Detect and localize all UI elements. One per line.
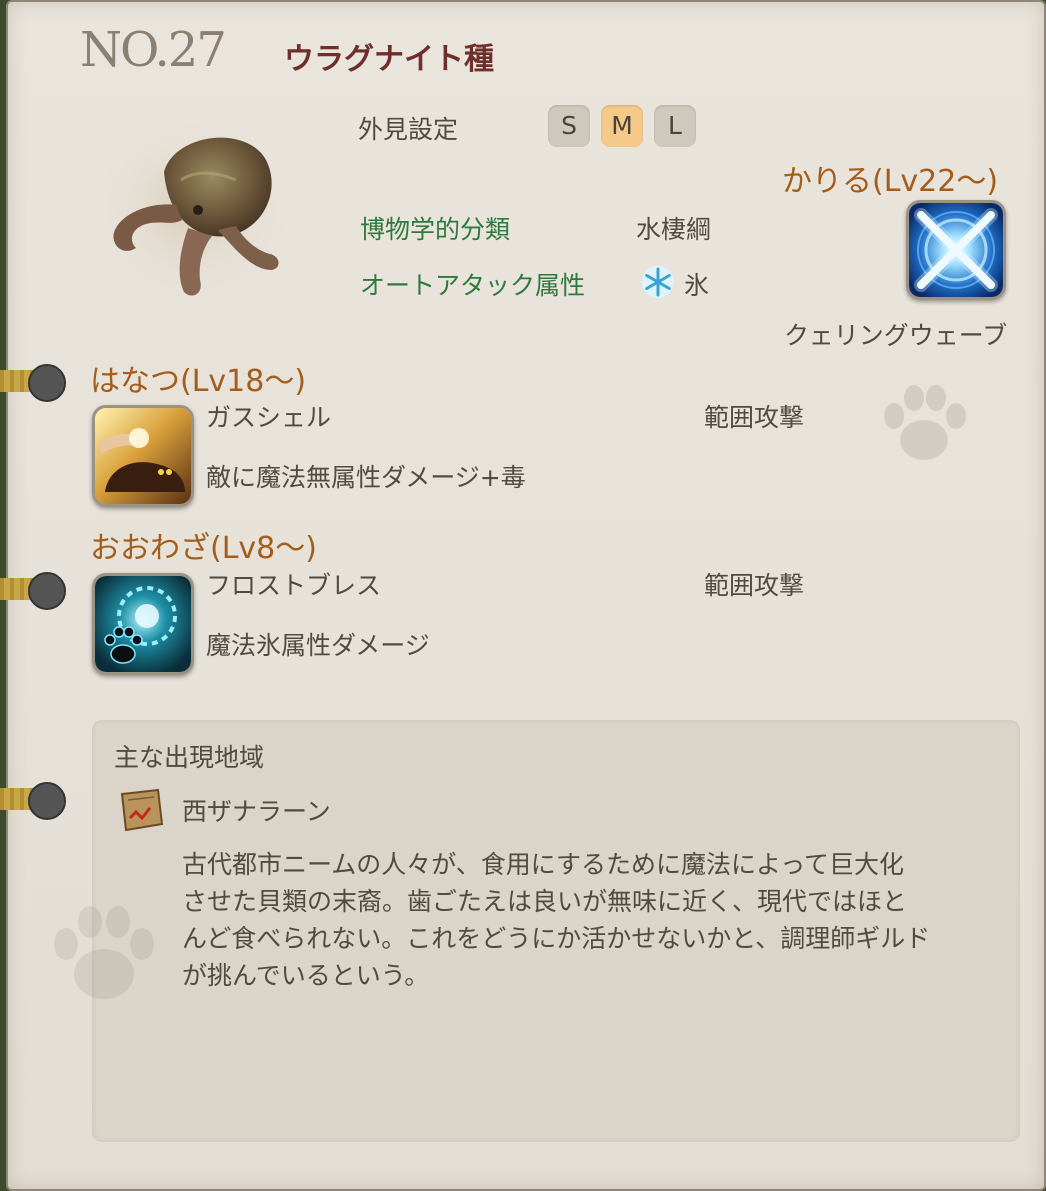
habitat-description: 古代都市ニームの人々が、食用にするために魔法によって巨大化 させた貝類の末裔。歯… (182, 846, 1002, 994)
habitat-panel: 主な出現地域 西ザナラーン 古代都市ニームの人々が、食用にするために魔法によって… (92, 720, 1020, 1142)
auto-attack-value: 氷 (684, 271, 710, 300)
oowaza-skill-name: フロストブレス (206, 571, 382, 600)
hanatsu-skill-name: ガスシェル (206, 403, 332, 432)
frost-paw-icon[interactable] (92, 573, 194, 675)
description-line: させた貝類の末裔。歯ごたえは良いが無味に近く、現代ではほと (182, 887, 908, 916)
map-scroll-icon[interactable] (114, 788, 166, 834)
gas-shell-icon[interactable] (92, 405, 194, 507)
auto-attack-label: オートアタック属性 (360, 271, 586, 300)
creature-portrait (86, 110, 296, 310)
oowaza-description: 魔法氷属性ダメージ (206, 631, 430, 660)
kariru-title: かりる(Lv22～) (782, 164, 999, 199)
monster-name: ウラグナイト種 (284, 42, 494, 77)
classification-label: 博物学的分類 (360, 215, 511, 244)
description-line: んど食べられない。これをどうにか活かせないかと、調理師ギルド (182, 924, 931, 953)
habitat-heading: 主な出現地域 (114, 743, 265, 772)
appearance-label: 外見設定 (358, 115, 459, 144)
classification-value: 水棲綱 (636, 215, 712, 244)
entry-number: NO.27 (80, 22, 227, 78)
binder-knob (28, 572, 66, 610)
hanatsu-type: 範囲攻撃 (704, 403, 805, 432)
cross-burst-icon[interactable] (906, 200, 1006, 300)
size-m-button[interactable]: M (601, 105, 643, 147)
kariru-skill-name: クェリングウェーブ (784, 321, 1008, 350)
hanatsu-title: はなつ(Lv18～) (90, 364, 307, 399)
paw-watermark-icon (876, 380, 972, 470)
paw-watermark-icon (44, 900, 164, 1010)
hanatsu-description: 敵に魔法無属性ダメージ+毒 (206, 463, 526, 492)
habitat-location[interactable]: 西ザナラーン (182, 792, 331, 828)
binder-knob (28, 782, 66, 820)
oowaza-type: 範囲攻撃 (704, 571, 805, 600)
oowaza-title: おおわざ(Lv8～) (90, 531, 317, 566)
description-line: 古代都市ニームの人々が、食用にするために魔法によって巨大化 (182, 850, 905, 879)
size-l-button[interactable]: L (654, 105, 696, 147)
ice-snowflake-icon (640, 264, 676, 300)
monster-card: NO.27 ウラグナイト種 外見設定 S M L 博物学的分類 水棲綱 オートア… (6, 0, 1046, 1191)
binder-knob (28, 364, 66, 402)
size-s-button[interactable]: S (548, 105, 590, 147)
description-line: が挑んでいるという。 (182, 961, 430, 990)
